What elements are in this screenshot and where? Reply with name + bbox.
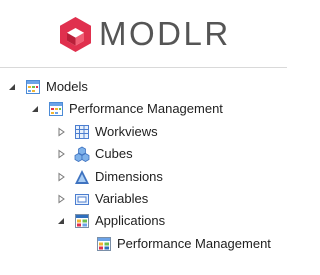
header-divider: [0, 67, 287, 68]
tree-node-variables[interactable]: Variables: [56, 188, 148, 210]
tree-node-label: Cubes: [95, 146, 133, 161]
models-icon: [26, 80, 40, 94]
expand-toggle-icon[interactable]: [7, 82, 17, 92]
tree-node-dimensions[interactable]: Dimensions: [56, 166, 163, 188]
tree-node-label: Models: [46, 79, 88, 94]
collapsed-toggle-icon[interactable]: [56, 149, 66, 159]
workviews-icon: [75, 125, 89, 139]
tree-node-label: Dimensions: [95, 169, 163, 184]
application-icon: [97, 237, 111, 251]
tree-node-label: Variables: [95, 191, 149, 206]
modlr-logo-icon: [60, 17, 91, 52]
header: MODLR: [0, 0, 287, 67]
tree-node-performance-management[interactable]: Performance Management: [30, 98, 223, 120]
tree-node-label: Applications: [95, 213, 166, 228]
collapsed-toggle-icon[interactable]: [56, 127, 66, 137]
tree-node-label: Performance Management: [69, 101, 223, 116]
expand-toggle-icon[interactable]: [30, 104, 40, 114]
tree-node-workviews[interactable]: Workviews: [56, 121, 158, 143]
collapsed-toggle-icon[interactable]: [56, 194, 66, 204]
variables-icon: [75, 194, 89, 205]
dimensions-icon: [75, 170, 89, 184]
applications-icon: [75, 214, 89, 228]
tree-node-cubes[interactable]: Cubes: [56, 143, 133, 165]
model-icon: [49, 102, 63, 116]
tree-node-app-performance-management[interactable]: Performance Management: [96, 233, 271, 255]
cubes-icon: [74, 146, 90, 162]
tree-node-label: Performance Management: [117, 236, 271, 251]
brand-name: MODLR: [99, 15, 231, 52]
tree-node-models[interactable]: Models: [7, 76, 88, 98]
collapsed-toggle-icon[interactable]: [56, 172, 66, 182]
tree-node-applications[interactable]: Applications: [56, 210, 165, 232]
tree-node-label: Workviews: [95, 124, 158, 139]
expand-toggle-icon[interactable]: [56, 216, 66, 226]
